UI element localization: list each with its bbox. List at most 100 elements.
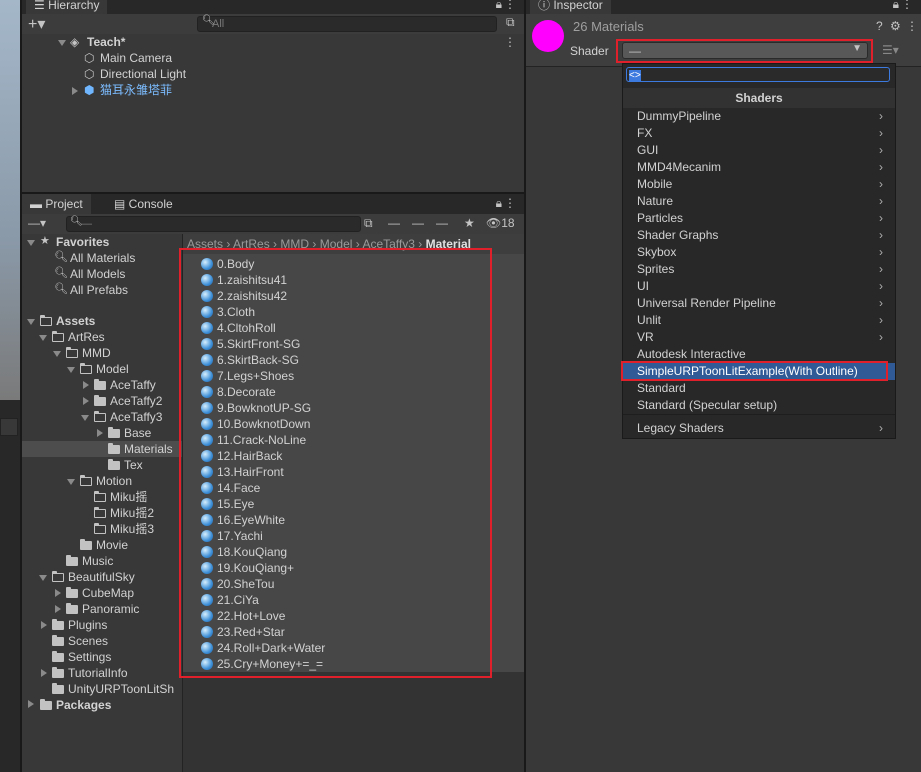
- chevron-right-icon[interactable]: [41, 621, 47, 629]
- favorite-all-models[interactable]: All Models: [70, 266, 125, 282]
- menu-item[interactable]: Mobile ›: [623, 176, 895, 193]
- chevron-right-icon[interactable]: [83, 397, 89, 405]
- kebab-menu-icon[interactable]: ⋮: [901, 0, 913, 11]
- favorite-all-prefabs[interactable]: All Prefabs: [70, 282, 128, 298]
- lock-icon[interactable]: 🔒︎: [893, 0, 899, 12]
- menu-item[interactable]: Unlit ›: [623, 312, 895, 329]
- hierarchy-item-prefab[interactable]: 猫耳永雏塔菲: [100, 82, 172, 98]
- hierarchy-search-input[interactable]: All: [197, 16, 497, 32]
- chevron-right-icon[interactable]: [41, 669, 47, 677]
- scene-menu-icon[interactable]: ⋮: [504, 35, 516, 49]
- chevron-right-icon[interactable]: [97, 429, 103, 437]
- chevron-down-icon[interactable]: [27, 319, 35, 325]
- favorite-star-icon[interactable]: ★: [464, 216, 475, 230]
- tree-item[interactable]: Music: [82, 553, 113, 569]
- menu-item[interactable]: Skybox ›: [623, 244, 895, 261]
- shader-options-icon[interactable]: ☰▾: [882, 43, 899, 57]
- chevron-right-icon[interactable]: [55, 589, 61, 597]
- tree-item[interactable]: Miku摇3: [110, 521, 154, 537]
- tree-assets[interactable]: Assets: [56, 313, 95, 329]
- search-by-type-icon[interactable]: ⧉: [506, 15, 515, 30]
- menu-item[interactable]: Shader Graphs ›: [623, 227, 895, 244]
- kebab-menu-icon[interactable]: ⋮: [504, 0, 516, 11]
- project-search-input[interactable]: —: [66, 216, 361, 232]
- tree-item[interactable]: Scenes: [68, 633, 108, 649]
- folder-icon: [66, 555, 78, 566]
- settings-icon[interactable]: ⚙: [890, 19, 901, 33]
- tree-item[interactable]: AceTaffy2: [110, 393, 162, 409]
- tree-item[interactable]: Settings: [68, 649, 111, 665]
- tab-hierarchy[interactable]: ☰ Hierarchy: [26, 0, 108, 14]
- hidden-packages-icon[interactable]: 👁︎18: [486, 216, 515, 230]
- menu-item[interactable]: Standard: [623, 380, 895, 397]
- tree-item[interactable]: AceTaffy3: [110, 409, 162, 425]
- help-icon[interactable]: ?: [876, 19, 883, 33]
- prefab-icon: ⬢: [84, 83, 95, 97]
- chevron-right-icon[interactable]: [83, 381, 89, 389]
- chevron-down-icon[interactable]: [27, 240, 35, 246]
- tree-item[interactable]: MMD: [82, 345, 111, 361]
- menu-item[interactable]: UI ›: [623, 278, 895, 295]
- chevron-down-icon[interactable]: [67, 479, 75, 485]
- menu-item[interactable]: DummyPipeline ›: [623, 108, 895, 125]
- tree-item[interactable]: Model: [96, 361, 129, 377]
- chevron-down-icon[interactable]: [39, 335, 47, 341]
- menu-item[interactable]: GUI ›: [623, 142, 895, 159]
- filter-type-icon[interactable]: —: [388, 216, 400, 230]
- tree-item[interactable]: Tex: [124, 457, 143, 473]
- menu-item[interactable]: Sprites ›: [623, 261, 895, 278]
- chevron-right-icon[interactable]: [28, 700, 34, 708]
- chevron-right-icon[interactable]: [72, 87, 78, 95]
- tree-item[interactable]: UnityURPToonLitSh: [68, 681, 174, 697]
- chevron-down-icon[interactable]: [53, 351, 61, 357]
- tab-project[interactable]: ▬ Project: [22, 194, 91, 214]
- kebab-menu-icon[interactable]: ⋮: [504, 196, 516, 210]
- create-menu-icon[interactable]: —▾: [28, 216, 46, 230]
- tab-inspector[interactable]: ⓘ Inspector: [530, 0, 611, 14]
- menu-item[interactable]: MMD4Mecanim ›: [623, 159, 895, 176]
- chevron-down-icon[interactable]: [67, 367, 75, 373]
- tree-item[interactable]: Materials: [124, 441, 173, 457]
- favorites-label[interactable]: Favorites: [56, 234, 109, 250]
- hierarchy-item-main-camera[interactable]: Main Camera: [100, 50, 172, 66]
- chevron-down-icon[interactable]: [81, 415, 89, 421]
- tree-packages[interactable]: Packages: [56, 697, 111, 713]
- scene-name[interactable]: Teach*: [87, 34, 125, 50]
- kebab-menu-icon[interactable]: ⋮: [906, 19, 918, 33]
- tree-item[interactable]: CubeMap: [82, 585, 134, 601]
- menu-item[interactable]: Particles ›: [623, 210, 895, 227]
- search-type-icon[interactable]: ⧉: [364, 216, 373, 231]
- chevron-down-icon[interactable]: [58, 40, 66, 46]
- tree-item[interactable]: TutorialInfo: [68, 665, 128, 681]
- tree-item[interactable]: Plugins: [68, 617, 107, 633]
- menu-item[interactable]: VR ›: [623, 329, 895, 346]
- tree-item[interactable]: BeautifulSky: [68, 569, 135, 585]
- filter-label-icon[interactable]: —: [412, 216, 424, 230]
- menu-item[interactable]: Universal Render Pipeline ›: [623, 295, 895, 312]
- tree-item[interactable]: Motion: [96, 473, 132, 489]
- menu-item[interactable]: Nature ›: [623, 193, 895, 210]
- chevron-right-icon[interactable]: [55, 605, 61, 613]
- tree-item[interactable]: AceTaffy: [110, 377, 156, 393]
- tree-item[interactable]: Base: [124, 425, 151, 441]
- hierarchy-item-directional-light[interactable]: Directional Light: [100, 66, 186, 82]
- add-icon[interactable]: +▾: [28, 14, 45, 34]
- menu-item-label: Universal Render Pipeline: [637, 296, 776, 310]
- shader-search-value: <>: [629, 70, 641, 81]
- tree-item[interactable]: ArtRes: [68, 329, 105, 345]
- lock-icon[interactable]: 🔒︎: [496, 0, 502, 12]
- lock-icon[interactable]: 🔒︎: [496, 196, 502, 211]
- shader-search-input[interactable]: <>: [626, 67, 890, 82]
- highlight-box-shader: [616, 39, 873, 63]
- filter-log-icon[interactable]: —: [436, 216, 448, 230]
- chevron-down-icon[interactable]: [39, 575, 47, 581]
- menu-item[interactable]: FX ›: [623, 125, 895, 142]
- menu-item[interactable]: Standard (Specular setup): [623, 397, 895, 414]
- tree-item[interactable]: Miku摇: [110, 489, 147, 505]
- tree-item[interactable]: Miku摇2: [110, 505, 154, 521]
- favorite-all-materials[interactable]: All Materials: [70, 250, 135, 266]
- tab-console[interactable]: ▤ Console: [106, 194, 181, 214]
- tree-item[interactable]: Panoramic: [82, 601, 139, 617]
- menu-item-legacy-shaders[interactable]: Legacy Shaders ›: [623, 420, 895, 437]
- tree-item[interactable]: Movie: [96, 537, 128, 553]
